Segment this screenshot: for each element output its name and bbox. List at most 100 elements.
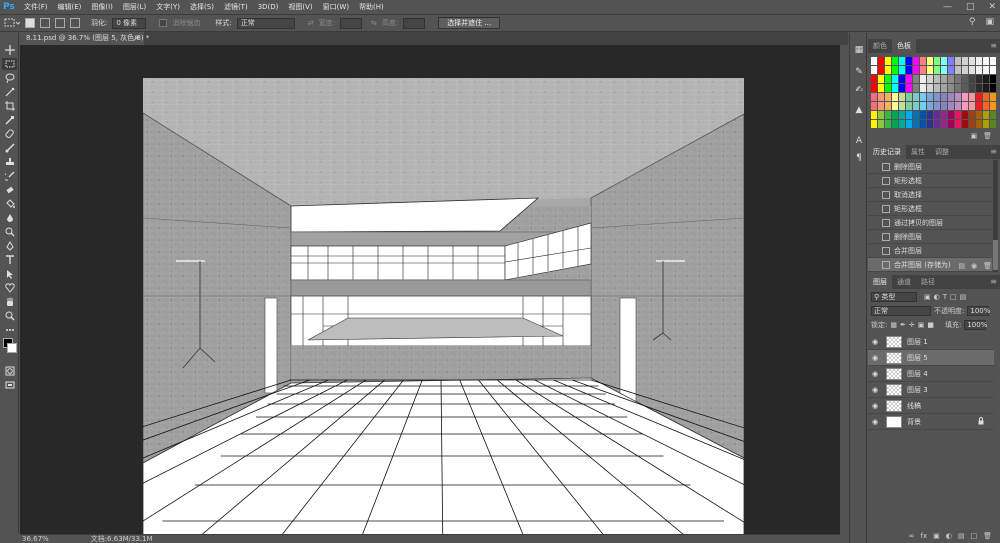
color-swatch[interactable]	[878, 66, 884, 74]
color-swatch[interactable]	[920, 111, 926, 119]
swatches-grid[interactable]	[871, 57, 996, 129]
color-swatch[interactable]	[990, 102, 996, 110]
color-swatch[interactable]	[892, 120, 898, 128]
color-swatch[interactable]	[934, 93, 940, 101]
menu-select[interactable]: 选择(S)	[185, 0, 219, 14]
color-swatch[interactable]	[913, 75, 919, 83]
color-swatch[interactable]	[948, 93, 954, 101]
custom-shape-tool-icon[interactable]	[2, 282, 17, 294]
close-tab-icon[interactable]: ×	[134, 32, 140, 45]
color-swatch[interactable]	[878, 111, 884, 119]
menu-3d[interactable]: 3D(D)	[253, 0, 284, 14]
color-swatch[interactable]	[927, 75, 933, 83]
filter-adjust-icon[interactable]: ◐	[934, 293, 940, 301]
color-swatch[interactable]	[976, 120, 982, 128]
color-swatch[interactable]	[948, 120, 954, 128]
color-swatch[interactable]	[899, 102, 905, 110]
color-swatch[interactable]	[962, 93, 968, 101]
clone-stamp-tool-icon[interactable]	[2, 156, 17, 168]
color-swatch[interactable]	[976, 84, 982, 92]
color-swatch[interactable]	[941, 111, 947, 119]
fill-input[interactable]: 100%	[964, 320, 987, 330]
color-swatch[interactable]	[955, 66, 961, 74]
antialias-checkbox[interactable]	[159, 19, 168, 27]
color-swatch[interactable]	[941, 57, 947, 65]
color-swatch[interactable]	[955, 57, 961, 65]
lasso-tool-icon[interactable]	[2, 72, 17, 84]
color-swatch[interactable]	[990, 120, 996, 128]
color-swatch[interactable]	[899, 66, 905, 74]
color-swatch[interactable]	[969, 102, 975, 110]
color-swatch[interactable]	[906, 93, 912, 101]
color-swatch[interactable]	[892, 84, 898, 92]
delete-state-icon[interactable]: 🗑	[983, 260, 992, 272]
opacity-input[interactable]: 100%	[967, 306, 990, 316]
character-panel-icon[interactable]: A	[854, 136, 864, 146]
color-swatch[interactable]	[906, 75, 912, 83]
menu-type[interactable]: 文字(Y)	[151, 0, 185, 14]
menu-edit[interactable]: 编辑(E)	[53, 0, 87, 14]
color-swatch[interactable]	[962, 84, 968, 92]
layer-row[interactable]: ◉ 图层 4	[868, 366, 994, 382]
more-tools-icon[interactable]	[2, 324, 17, 336]
color-swatch[interactable]	[871, 120, 877, 128]
color-swatch[interactable]	[871, 102, 877, 110]
panel-menu-icon[interactable]: ≡	[990, 39, 997, 53]
color-swatch[interactable]	[962, 75, 968, 83]
color-swatch[interactable]	[955, 120, 961, 128]
color-swatch[interactable]	[934, 75, 940, 83]
color-swatch[interactable]	[913, 84, 919, 92]
visibility-eye-icon[interactable]: ◉	[868, 354, 882, 362]
color-swatch[interactable]	[934, 102, 940, 110]
color-swatch[interactable]	[948, 102, 954, 110]
color-swatch[interactable]	[913, 120, 919, 128]
delete-layer-icon[interactable]: 🗑	[983, 530, 992, 542]
color-swatch[interactable]	[948, 57, 954, 65]
path-selection-tool-icon[interactable]	[2, 268, 17, 280]
color-swatch[interactable]	[990, 75, 996, 83]
color-swatch[interactable]	[969, 84, 975, 92]
new-group-icon[interactable]: ▤	[958, 530, 965, 542]
canvas-area[interactable]	[20, 45, 840, 543]
color-swatch[interactable]	[941, 84, 947, 92]
color-swatch[interactable]	[934, 111, 940, 119]
adjustments-panel-icon[interactable]: ▲	[854, 105, 864, 115]
visibility-eye-icon[interactable]: ◉	[868, 418, 882, 426]
color-swatch[interactable]	[892, 66, 898, 74]
layer-row[interactable]: ◉ 线稿	[868, 398, 994, 414]
tab-color[interactable]: 颜色	[868, 39, 892, 53]
color-swatch[interactable]	[913, 57, 919, 65]
color-swatch[interactable]	[885, 75, 891, 83]
tab-layers[interactable]: 图层	[868, 275, 892, 289]
color-swatch[interactable]	[878, 57, 884, 65]
new-selection-icon[interactable]	[25, 18, 35, 28]
history-brush-tool-icon[interactable]	[2, 170, 17, 182]
intersect-selection-icon[interactable]	[70, 18, 80, 28]
history-panel-icon[interactable]: ▦	[854, 45, 864, 55]
color-swatch[interactable]	[885, 93, 891, 101]
color-swatch[interactable]	[899, 93, 905, 101]
delete-swatch-icon[interactable]: 🗑	[983, 130, 992, 142]
menu-file[interactable]: 文件(F)	[19, 0, 53, 14]
color-swatch[interactable]	[983, 120, 989, 128]
marquee-tool-icon[interactable]	[2, 58, 17, 70]
eyedropper-tool-icon[interactable]	[2, 114, 17, 126]
background-color-swatch[interactable]	[7, 343, 17, 353]
color-swatch[interactable]	[906, 66, 912, 74]
select-and-mask-button[interactable]: 选择并遮住 ...	[438, 17, 501, 29]
magic-wand-tool-icon[interactable]	[2, 86, 17, 98]
color-swatch[interactable]	[892, 57, 898, 65]
color-swatch[interactable]	[969, 120, 975, 128]
history-item[interactable]: 通过拷贝的图层	[868, 216, 992, 230]
color-swatch[interactable]	[878, 93, 884, 101]
color-swatch[interactable]	[969, 57, 975, 65]
maximize-icon[interactable]: □	[966, 0, 975, 14]
color-swatch[interactable]	[962, 57, 968, 65]
workspace-icon[interactable]: ▣	[985, 17, 994, 27]
hand-tool-icon[interactable]	[2, 296, 17, 308]
minimize-icon[interactable]: —	[943, 0, 952, 14]
color-swatch[interactable]	[871, 75, 877, 83]
add-mask-icon[interactable]: ▣	[933, 530, 940, 542]
color-swatch[interactable]	[927, 57, 933, 65]
color-swatch[interactable]	[920, 120, 926, 128]
